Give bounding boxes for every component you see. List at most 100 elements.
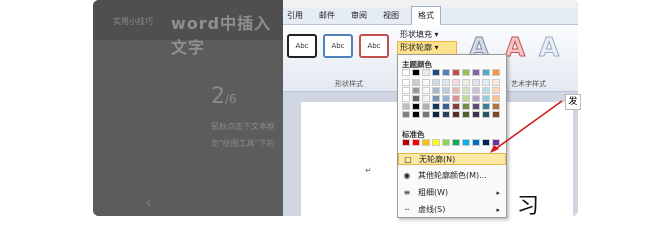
theme-color-swatch[interactable]	[442, 103, 450, 110]
tab-references[interactable]: 引用	[287, 10, 303, 21]
tab-mailings[interactable]: 邮件	[319, 10, 335, 21]
step-counter: 2/6	[211, 84, 237, 109]
theme-color-swatch[interactable]	[422, 87, 430, 94]
theme-color-swatch[interactable]	[492, 111, 500, 118]
menu-item[interactable]: ≡ 粗细(W) ▸	[398, 187, 506, 199]
dash-icon: ┄	[404, 205, 410, 214]
paragraph-mark: ↵	[365, 166, 372, 175]
shape-style-2[interactable]: Abc	[323, 34, 353, 58]
theme-color-swatch[interactable]	[462, 103, 470, 110]
theme-color-swatch[interactable]	[482, 95, 490, 102]
overlay-title: word中插入文字	[171, 14, 272, 57]
theme-color-swatch[interactable]	[492, 87, 500, 94]
theme-color-swatch[interactable]	[462, 69, 470, 76]
menu-item-label: 其他轮廓颜色(M)...	[418, 171, 487, 180]
theme-color-swatch[interactable]	[472, 95, 480, 102]
theme-color-swatch[interactable]	[402, 69, 410, 76]
menu-item-label: 无轮廓(N)	[419, 155, 456, 164]
theme-color-swatch[interactable]	[492, 95, 500, 102]
theme-color-swatch[interactable]	[452, 95, 460, 102]
theme-color-swatch[interactable]	[402, 95, 410, 102]
theme-color-swatch[interactable]	[482, 103, 490, 110]
theme-color-swatch[interactable]	[452, 87, 460, 94]
standard-color-swatch[interactable]	[432, 139, 440, 146]
theme-color-swatch[interactable]	[402, 111, 410, 118]
theme-color-swatch[interactable]	[432, 79, 440, 86]
standard-color-swatch[interactable]	[452, 139, 460, 146]
document-glyph: 习	[517, 194, 540, 216]
video-overlay: 实用小技巧 word中插入文字 2/6 鼠标点击下文本框 览"绘图工具"下的 ‹	[93, 0, 283, 216]
shape-outline-button[interactable]: 形状轮廓 ▾	[397, 41, 457, 55]
theme-color-swatch[interactable]	[412, 111, 420, 118]
standard-color-swatch[interactable]	[472, 139, 480, 146]
theme-color-swatch[interactable]	[422, 103, 430, 110]
theme-color-swatch[interactable]	[462, 87, 470, 94]
palette-icon: ◉	[403, 171, 411, 180]
theme-color-swatch[interactable]	[412, 69, 420, 76]
theme-color-swatch[interactable]	[442, 87, 450, 94]
shape-style-3[interactable]: Abc	[359, 34, 389, 58]
theme-color-swatch[interactable]	[482, 79, 490, 86]
art-style-2[interactable]: A	[504, 33, 525, 64]
theme-color-swatch[interactable]	[442, 111, 450, 118]
standard-color-swatch[interactable]	[462, 139, 470, 146]
standard-color-swatch[interactable]	[402, 139, 410, 146]
theme-color-swatch[interactable]	[482, 87, 490, 94]
theme-color-swatch[interactable]	[462, 95, 470, 102]
theme-color-swatch[interactable]	[432, 111, 440, 118]
theme-color-swatch[interactable]	[442, 79, 450, 86]
theme-color-swatch[interactable]	[452, 69, 460, 76]
menu-item-label: 粗细(W)	[418, 188, 449, 197]
theme-color-swatch[interactable]	[442, 69, 450, 76]
theme-color-swatch[interactable]	[442, 95, 450, 102]
theme-color-swatch[interactable]	[472, 87, 480, 94]
menu-item[interactable]: ┄ 虚线(S) ▸	[398, 204, 506, 216]
theme-color-swatch[interactable]	[432, 103, 440, 110]
theme-color-swatch[interactable]	[402, 79, 410, 86]
prev-arrow-icon[interactable]: ‹	[145, 192, 152, 213]
theme-color-swatch[interactable]	[482, 69, 490, 76]
standard-color-swatch[interactable]	[422, 139, 430, 146]
art-style-3[interactable]: A	[538, 33, 559, 64]
theme-color-swatch[interactable]	[412, 79, 420, 86]
side-button[interactable]: 发	[565, 94, 581, 110]
menu-item[interactable]: □ 无轮廓(N)	[398, 153, 506, 165]
theme-color-swatch[interactable]	[422, 111, 430, 118]
theme-color-swatch[interactable]	[472, 103, 480, 110]
tab-view[interactable]: 视图	[383, 10, 399, 21]
standard-color-swatch[interactable]	[492, 139, 500, 146]
theme-color-swatch[interactable]	[412, 103, 420, 110]
outline-dropdown-menu: 主题颜色 标准色 □ 无轮廓(N) ◉ 其他轮廓颜色(M)... ≡ 粗细(W) ▸ ┄ 虚线(…	[397, 54, 507, 218]
shape-fill-button[interactable]: 形状填充 ▾	[400, 29, 439, 40]
theme-color-swatch[interactable]	[472, 79, 480, 86]
theme-color-swatch[interactable]	[412, 95, 420, 102]
theme-color-swatch[interactable]	[422, 95, 430, 102]
theme-color-swatch[interactable]	[432, 87, 440, 94]
menu-item[interactable]: ◉ 其他轮廓颜色(M)...	[398, 170, 506, 182]
theme-color-swatch[interactable]	[462, 79, 470, 86]
step-total: /6	[225, 92, 237, 106]
theme-color-swatch[interactable]	[492, 69, 500, 76]
theme-color-swatch[interactable]	[462, 111, 470, 118]
theme-color-swatch[interactable]	[472, 69, 480, 76]
theme-color-swatch[interactable]	[412, 87, 420, 94]
theme-color-swatch[interactable]	[402, 103, 410, 110]
theme-color-swatch[interactable]	[452, 103, 460, 110]
theme-color-swatch[interactable]	[452, 111, 460, 118]
shape-style-1[interactable]: Abc	[287, 34, 317, 58]
theme-color-swatch[interactable]	[432, 95, 440, 102]
theme-color-swatch[interactable]	[472, 111, 480, 118]
standard-color-swatch[interactable]	[412, 139, 420, 146]
theme-color-swatch[interactable]	[492, 79, 500, 86]
standard-color-swatch[interactable]	[442, 139, 450, 146]
theme-color-swatch[interactable]	[402, 87, 410, 94]
theme-color-swatch[interactable]	[422, 69, 430, 76]
theme-color-swatch[interactable]	[482, 111, 490, 118]
tab-review[interactable]: 审阅	[351, 10, 367, 21]
standard-color-swatch[interactable]	[482, 139, 490, 146]
theme-color-swatch[interactable]	[432, 69, 440, 76]
group-shape-styles: 形状样式	[335, 80, 363, 88]
theme-color-swatch[interactable]	[492, 103, 500, 110]
theme-color-swatch[interactable]	[452, 79, 460, 86]
theme-color-swatch[interactable]	[422, 79, 430, 86]
